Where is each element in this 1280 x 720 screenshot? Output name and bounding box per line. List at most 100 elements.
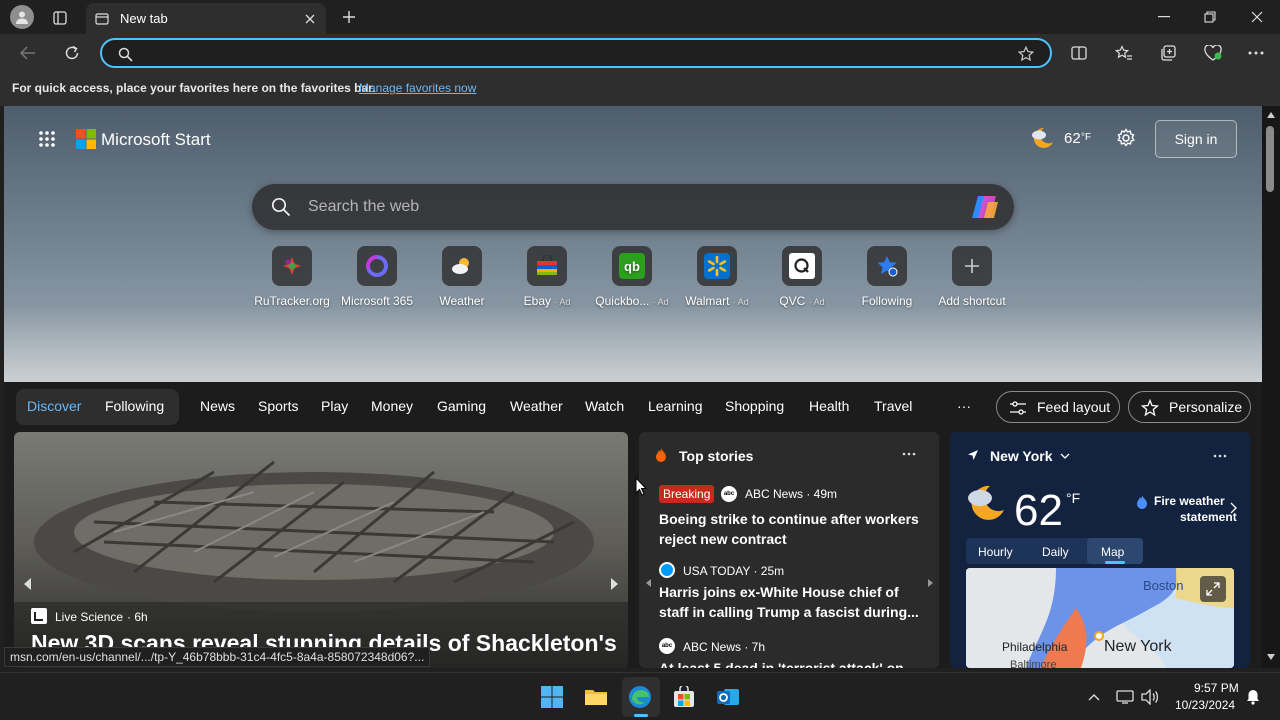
tab-play[interactable]: Play [321, 398, 348, 414]
weather-more-icon[interactable] [1210, 448, 1230, 464]
shortcut-walmart[interactable]: Walmart · Ad [675, 246, 759, 308]
settings-gear-icon[interactable] [1114, 126, 1138, 150]
more-tabs-button[interactable]: ··· [957, 398, 971, 414]
tab-news[interactable]: News [200, 398, 235, 414]
tab-gaming[interactable]: Gaming [437, 398, 486, 414]
shortcut-quickbooks[interactable]: qb Quickbo... · Ad [590, 246, 674, 308]
new-tab-plus-icon[interactable] [338, 6, 360, 28]
weather-location[interactable]: New York [990, 448, 1053, 464]
tab-sports[interactable]: Sports [258, 398, 298, 414]
address-bar[interactable] [100, 38, 1052, 68]
manage-favorites-link[interactable]: Manage favorites now [359, 81, 476, 95]
favorite-star-icon[interactable] [1016, 44, 1036, 64]
back-icon[interactable] [16, 42, 40, 64]
chevron-right-icon[interactable] [1226, 500, 1240, 516]
weather-tab-map[interactable]: Map [1101, 545, 1124, 559]
header-weather-unit: °F [1081, 132, 1092, 143]
shortcut-ebay[interactable]: Ebay · Ad [505, 246, 589, 308]
tab-following[interactable]: Following [105, 398, 164, 414]
tab-learning[interactable]: Learning [648, 398, 703, 414]
quickbooks-icon: qb [612, 246, 652, 286]
scrollbar-thumb[interactable] [1266, 126, 1274, 192]
search-icon [270, 196, 292, 218]
close-tab-icon[interactable] [302, 11, 318, 27]
collections-icon[interactable] [1157, 42, 1179, 64]
web-search-input[interactable]: Search the web [308, 198, 419, 216]
hero-story-card[interactable]: Live Science · 6h New 3D scans reveal st… [14, 432, 628, 668]
network-icon[interactable] [1115, 687, 1135, 707]
shortcut-microsoft-365[interactable]: Microsoft 365 [335, 246, 419, 308]
favorites-hint: For quick access, place your favorites h… [12, 81, 376, 95]
edge-browser-icon[interactable] [626, 683, 654, 711]
chevron-down-icon[interactable] [1058, 449, 1072, 463]
carousel-prev-icon[interactable] [18, 574, 36, 594]
apps-grid-icon[interactable] [36, 128, 58, 150]
weather-map[interactable]: Boston Philadelphia New York Baltimore [966, 568, 1234, 668]
outlook-icon[interactable] [714, 683, 742, 711]
scroll-up-icon[interactable] [1265, 110, 1277, 120]
ad-label: · Ad [652, 297, 669, 307]
weather-tab-daily[interactable]: Daily [1042, 545, 1069, 559]
tab-weather[interactable]: Weather [510, 398, 563, 414]
tab-health[interactable]: Health [809, 398, 849, 414]
clock-date[interactable]: 10/23/2024 [1175, 698, 1235, 712]
clock-time[interactable]: 9:57 PM [1194, 681, 1239, 695]
top-stories-more-icon[interactable] [899, 446, 919, 462]
carousel-next-icon[interactable] [606, 574, 624, 594]
status-url-tooltip: msn.com/en-us/channel/.../tp-Y_46b78bbb-… [4, 647, 431, 667]
tab-money[interactable]: Money [371, 398, 413, 414]
scroll-down-icon[interactable] [1265, 652, 1277, 662]
volume-icon[interactable] [1140, 687, 1160, 707]
top-stories-title[interactable]: Top stories [679, 448, 753, 464]
browser-essentials-icon[interactable] [1202, 42, 1224, 64]
shortcut-rutracker[interactable]: RuTracker.org [250, 246, 334, 308]
minimize-icon[interactable] [1152, 6, 1176, 28]
file-explorer-icon[interactable] [582, 683, 610, 711]
page-scrollbar[interactable] [1262, 106, 1280, 668]
live-science-logo-icon [31, 608, 47, 624]
header-weather-temp[interactable]: 62 [1064, 130, 1081, 147]
story-headline[interactable]: Harris joins ex-White House chief of sta… [659, 582, 921, 622]
stories-next-icon[interactable] [924, 575, 936, 591]
tab-discover[interactable]: Discover [27, 398, 81, 414]
tab-shopping[interactable]: Shopping [725, 398, 784, 414]
weather-alert-line1[interactable]: Fire weather [1154, 494, 1225, 508]
shortcut-weather[interactable]: Weather [420, 246, 504, 308]
restore-icon[interactable] [1198, 6, 1222, 28]
tab-actions-icon[interactable] [50, 8, 70, 28]
close-window-icon[interactable] [1245, 6, 1269, 28]
expand-map-icon[interactable] [1200, 576, 1226, 602]
story-source: ABC News · 49m [745, 487, 838, 501]
microsoft-store-icon[interactable] [670, 683, 698, 711]
personalize-button[interactable]: Personalize [1128, 391, 1251, 423]
map-label-baltimore: Baltimore [1010, 659, 1057, 668]
split-screen-icon[interactable] [1068, 42, 1090, 64]
profile-avatar[interactable] [10, 5, 34, 29]
tab-new-tab[interactable]: New tab [86, 3, 326, 34]
brand-title[interactable]: Microsoft Start [101, 130, 211, 150]
copilot-icon[interactable] [970, 193, 1000, 221]
sign-in-button[interactable]: Sign in [1155, 120, 1237, 158]
shortcut-label: Weather [439, 294, 485, 308]
tab-travel[interactable]: Travel [874, 398, 912, 414]
stories-prev-icon[interactable] [642, 575, 654, 591]
shortcut-qvc[interactable]: QVC · Ad [760, 246, 844, 308]
weather-tab-hourly[interactable]: Hourly [978, 545, 1013, 559]
story-headline[interactable]: At least 5 dead in 'terrorist attack' on [659, 658, 921, 668]
start-windows-icon[interactable] [538, 683, 566, 711]
shortcut-following[interactable]: Following [845, 246, 929, 308]
map-label-boston: Boston [1143, 578, 1184, 593]
web-search-box[interactable]: Search the web [252, 184, 1014, 230]
notification-bell-icon[interactable] [1243, 687, 1263, 707]
story-headline[interactable]: Boeing strike to continue after workers … [659, 509, 919, 549]
shortcut-add[interactable]: Add shortcut [930, 246, 1014, 308]
more-menu-icon[interactable] [1245, 42, 1267, 64]
refresh-icon[interactable] [60, 42, 84, 64]
usa-today-logo-icon [659, 562, 675, 578]
abc-news-logo-icon: abc [659, 638, 675, 654]
ad-label: · Ad [732, 297, 749, 307]
feed-layout-button[interactable]: Feed layout [996, 391, 1120, 423]
favorites-icon[interactable] [1113, 42, 1135, 64]
show-hidden-icons-chevron[interactable] [1084, 687, 1104, 707]
tab-watch[interactable]: Watch [585, 398, 624, 414]
